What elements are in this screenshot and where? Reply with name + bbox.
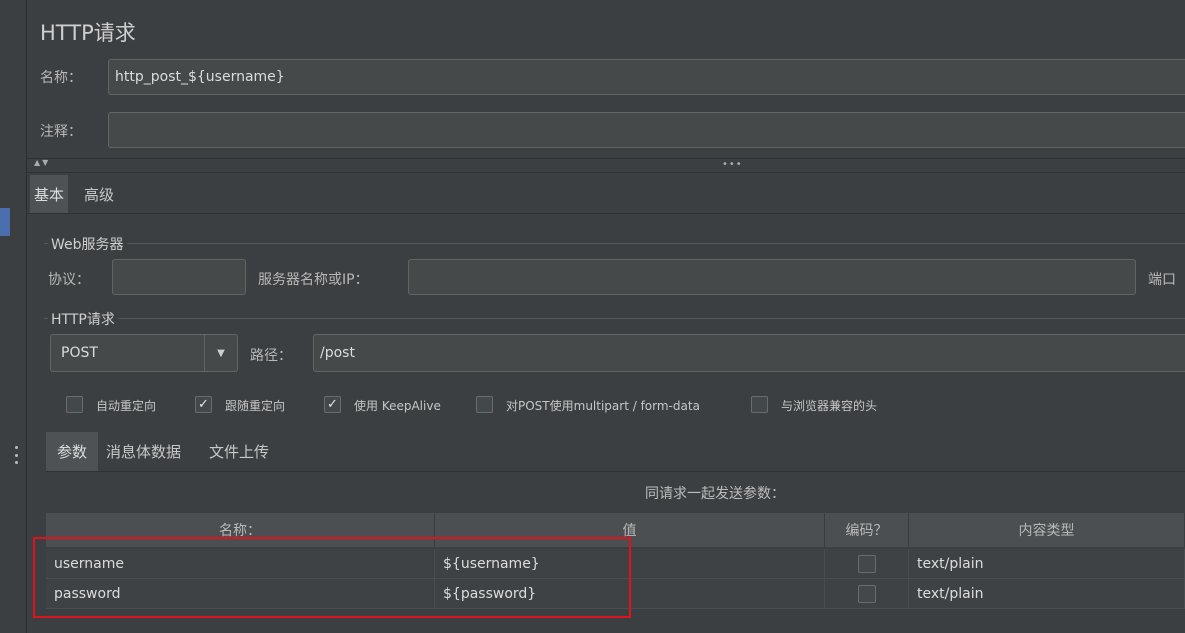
tab-body-data[interactable]: 消息体数据: [102, 432, 185, 471]
keepalive-label: 使用 KeepAlive: [354, 399, 441, 413]
method-select[interactable]: POST ▼: [50, 334, 238, 372]
column-header-encode[interactable]: 编码？: [825, 513, 909, 547]
encode-checkbox[interactable]: [857, 584, 876, 603]
protocol-label: 协议：: [48, 272, 90, 288]
page-title: HTTP请求: [40, 21, 136, 45]
port-label: 端口: [1148, 272, 1176, 288]
tab-parameters[interactable]: 参数: [46, 432, 98, 471]
name-label: 名称：: [40, 70, 82, 86]
column-header-content-type[interactable]: 内容类型: [909, 513, 1185, 547]
param-encode-cell[interactable]: [825, 579, 909, 609]
browser-headers-checkbox[interactable]: [751, 396, 768, 413]
params-table-caption: 同请求一起发送参数：: [645, 486, 785, 502]
check-icon: ✓: [327, 397, 338, 412]
tab-file-upload[interactable]: 文件上传: [205, 432, 273, 471]
server-name-label: 服务器名称或IP：: [258, 272, 369, 288]
param-encode-cell[interactable]: [825, 549, 909, 579]
server-name-input[interactable]: [408, 259, 1136, 295]
param-content-type-cell[interactable]: text/plain: [909, 549, 1185, 579]
protocol-input[interactable]: [112, 259, 246, 295]
drag-handle-icon[interactable]: [14, 446, 18, 464]
http-request-group-title: HTTP请求: [48, 309, 118, 329]
active-node-marker: [0, 208, 10, 236]
param-content-type-cell[interactable]: text/plain: [909, 579, 1185, 609]
splitter-dots-icon[interactable]: •••: [722, 159, 743, 170]
tab-basic[interactable]: 基本: [30, 175, 69, 213]
web-server-group-title: Web服务器: [48, 234, 127, 254]
comment-input[interactable]: [108, 112, 1185, 148]
method-value: POST: [61, 345, 98, 361]
name-input[interactable]: http_post_${username}: [108, 59, 1185, 95]
collapse-arrows-icon[interactable]: ▲▼: [34, 158, 50, 167]
http-request-group-border: [44, 318, 1185, 319]
highlight-annotation-box: [33, 537, 631, 618]
keepalive-checkbox[interactable]: ✓: [324, 396, 341, 413]
sub-tab-divider: [46, 471, 1185, 472]
path-input[interactable]: /post: [313, 334, 1185, 372]
web-server-group-border: [44, 243, 1185, 244]
tab-divider: [26, 213, 1185, 214]
browser-headers-label: 与浏览器兼容的头: [781, 399, 878, 413]
check-icon: ✓: [198, 397, 209, 412]
multipart-label: 对POST使用multipart / form-data: [506, 399, 700, 413]
follow-redirect-checkbox[interactable]: ✓: [195, 396, 212, 413]
auto-redirect-label: 自动重定向: [96, 399, 157, 413]
left-gutter: [0, 0, 27, 633]
multipart-checkbox[interactable]: [476, 396, 493, 413]
splitter-bar[interactable]: [26, 158, 1185, 173]
encode-checkbox[interactable]: [857, 554, 876, 573]
auto-redirect-checkbox[interactable]: [66, 396, 83, 413]
comment-label: 注释：: [40, 124, 82, 140]
tab-advanced[interactable]: 高级: [80, 175, 118, 213]
follow-redirect-label: 跟随重定向: [225, 399, 286, 413]
chevron-down-icon[interactable]: ▼: [204, 335, 237, 371]
path-label: 路径：: [250, 348, 292, 364]
